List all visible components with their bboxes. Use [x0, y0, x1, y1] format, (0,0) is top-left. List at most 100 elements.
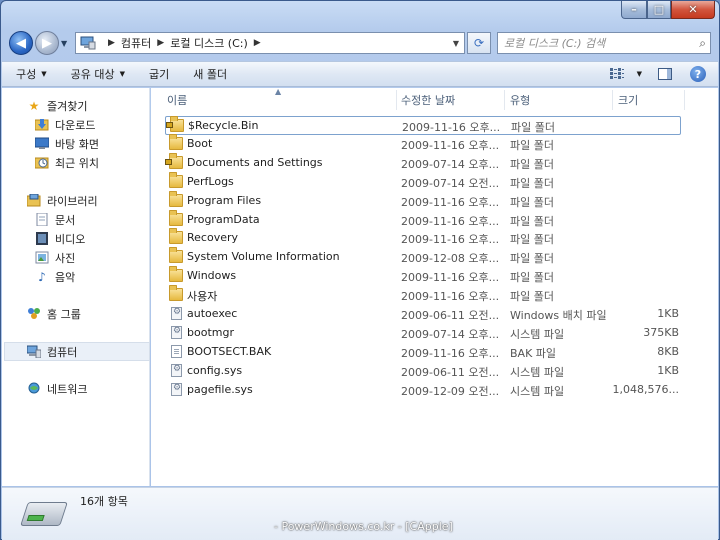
views-icon[interactable]: [609, 68, 624, 80]
lock-icon: [165, 158, 172, 165]
minimize-button[interactable]: –: [621, 1, 647, 19]
organize-button[interactable]: 구성 ▼: [16, 66, 47, 82]
address-bar[interactable]: ▶ 컴퓨터 ▶ 로컬 디스크 (C:) ▶ ▼: [75, 32, 465, 54]
file-name: Program Files: [187, 193, 262, 207]
breadcrumb-separator[interactable]: ▶: [254, 38, 261, 48]
sort-ascending-icon: ▲: [275, 87, 282, 96]
sidebar-item-documents[interactable]: 문서: [34, 210, 75, 229]
sidebar-homegroup[interactable]: 홈 그룹: [26, 304, 81, 323]
file-size: 1KB: [657, 307, 679, 320]
sidebar-item-videos[interactable]: 비디오: [34, 229, 85, 248]
breadcrumb-computer[interactable]: 컴퓨터: [121, 35, 151, 51]
views-dropdown-icon[interactable]: ▼: [637, 70, 642, 78]
column-divider[interactable]: [504, 90, 505, 110]
table-row[interactable]: config.sys 2009-06-11 오전... 시스템 파일 1KB: [165, 362, 681, 381]
file-date: 2009-11-16 오후...: [401, 271, 500, 285]
sidebar-libraries-label: 라이브러리: [47, 194, 98, 208]
share-with-button[interactable]: 공유 대상 ▼: [71, 66, 125, 82]
file-type: 시스템 파일: [510, 365, 565, 379]
sidebar-network[interactable]: 네트워크: [26, 379, 87, 398]
sidebar-computer-label: 컴퓨터: [47, 345, 78, 359]
chevron-down-icon: ▼: [41, 70, 47, 78]
help-icon[interactable]: ?: [690, 66, 706, 82]
maximize-button[interactable]: □: [647, 1, 671, 19]
file-date: 2009-11-16 오후...: [401, 195, 500, 209]
back-button[interactable]: ◀: [9, 31, 33, 55]
new-folder-button[interactable]: 새 폴더: [193, 66, 227, 82]
computer-icon: [80, 36, 96, 50]
sidebar-item-recent-places[interactable]: 최근 위치: [34, 153, 99, 172]
network-icon: [26, 382, 42, 396]
music-icon: ♪: [38, 269, 46, 284]
table-row[interactable]: bootmgr 2009-07-14 오후... 시스템 파일 375KB: [165, 324, 681, 343]
preview-pane-icon[interactable]: [658, 68, 672, 80]
document-icon: [171, 344, 182, 358]
file-size: 1,048,576...: [612, 382, 679, 396]
sidebar-item-label: 비디오: [55, 232, 86, 246]
folder-icon: [169, 190, 183, 207]
column-type[interactable]: 유형: [510, 92, 530, 108]
table-row[interactable]: Windows 2009-11-16 오후... 파일 폴더: [165, 266, 681, 286]
table-row[interactable]: Boot 2009-11-16 오후... 파일 폴더: [165, 133, 681, 154]
table-row[interactable]: autoexec 2009-06-11 오전... Windows 배치 파일 1KB: [165, 305, 681, 324]
sidebar-libraries[interactable]: 라이브러리: [26, 191, 98, 210]
table-row[interactable]: Recovery 2009-11-16 오후... 파일 폴더: [165, 228, 681, 248]
column-divider[interactable]: [612, 90, 613, 110]
chevron-down-icon: ▼: [119, 70, 126, 78]
hard-drive-icon: [20, 502, 68, 526]
sidebar-favorites[interactable]: ★ 즐겨찾기: [26, 96, 88, 115]
refresh-button[interactable]: ⟳: [467, 32, 491, 54]
sidebar-computer[interactable]: 컴퓨터: [4, 342, 150, 361]
sidebar-item-label: 다운로드: [55, 118, 96, 132]
column-divider[interactable]: [396, 90, 397, 110]
file-name: Boot: [187, 136, 213, 150]
sidebar-item-pictures[interactable]: 사진: [34, 248, 75, 267]
file-type: 파일 폴더: [510, 138, 554, 152]
breadcrumb-separator[interactable]: ▶: [157, 38, 164, 48]
file-type: 파일 폴더: [510, 195, 554, 209]
search-input[interactable]: 로컬 디스크 (C:) 검색 ⌕: [497, 32, 711, 54]
address-dropdown-icon[interactable]: ▼: [448, 39, 464, 48]
file-name: System Volume Information: [187, 250, 340, 264]
table-row[interactable]: 사용자 2009-11-16 오후... 파일 폴더: [165, 285, 681, 305]
breadcrumb-separator[interactable]: ▶: [108, 38, 115, 48]
library-icon: [26, 194, 42, 208]
file-type: BAK 파일: [510, 346, 557, 360]
file-date: 2009-07-14 오전...: [401, 176, 500, 190]
file-name: $Recycle.Bin: [188, 119, 259, 132]
sidebar-homegroup-label: 홈 그룹: [47, 307, 81, 321]
column-date[interactable]: 수정한 날짜: [401, 92, 455, 108]
downloads-folder-icon: [34, 118, 50, 132]
file-date: 2009-06-11 오전...: [401, 365, 500, 379]
burn-label: 굽기: [149, 68, 170, 81]
table-row[interactable]: $Recycle.Bin 2009-11-16 오후... 파일 폴더: [165, 116, 681, 135]
column-name[interactable]: 이름: [167, 92, 187, 108]
burn-button[interactable]: 굽기: [149, 66, 169, 82]
file-name: Documents and Settings: [187, 155, 323, 169]
file-date: 2009-11-16 오후...: [401, 290, 500, 304]
table-row[interactable]: BOOTSECT.BAK 2009-11-16 오후... BAK 파일 8KB: [165, 343, 681, 362]
forward-arrow-icon: ▶: [42, 35, 52, 51]
column-size[interactable]: 크기: [618, 92, 638, 108]
table-row[interactable]: ProgramData 2009-11-16 오후... 파일 폴더: [165, 209, 681, 230]
folder-icon: [169, 228, 183, 245]
recent-pages-dropdown[interactable]: ▼: [61, 39, 71, 48]
table-row[interactable]: System Volume Information 2009-12-08 오후..…: [165, 247, 681, 267]
table-row[interactable]: Program Files 2009-11-16 오후... 파일 폴더: [165, 190, 681, 211]
sidebar-item-music[interactable]: ♪ 음악: [34, 267, 75, 286]
breadcrumb-local-disk[interactable]: 로컬 디스크 (C:): [170, 35, 248, 51]
table-row[interactable]: pagefile.sys 2009-12-09 오전... 시스템 파일 1,048,…: [165, 381, 681, 400]
forward-button[interactable]: ▶: [35, 31, 59, 55]
watermark: - PowerWindows.co.kr - [CApple]: [274, 520, 453, 533]
sidebar-item-desktop[interactable]: 바탕 화면: [34, 134, 99, 153]
close-button[interactable]: ✕: [671, 1, 715, 19]
table-row[interactable]: PerfLogs 2009-07-14 오전... 파일 폴더: [165, 171, 681, 192]
file-type: 파일 폴더: [510, 176, 554, 190]
pictures-icon: [34, 251, 50, 265]
column-divider[interactable]: [684, 90, 685, 110]
file-name: autoexec: [187, 307, 238, 320]
table-row[interactable]: Documents and Settings 2009-07-14 오후... 파일…: [165, 152, 681, 173]
search-icon[interactable]: ⌕: [699, 36, 706, 51]
sidebar-item-downloads[interactable]: 다운로드: [34, 115, 95, 134]
file-name: BOOTSECT.BAK: [187, 344, 272, 358]
